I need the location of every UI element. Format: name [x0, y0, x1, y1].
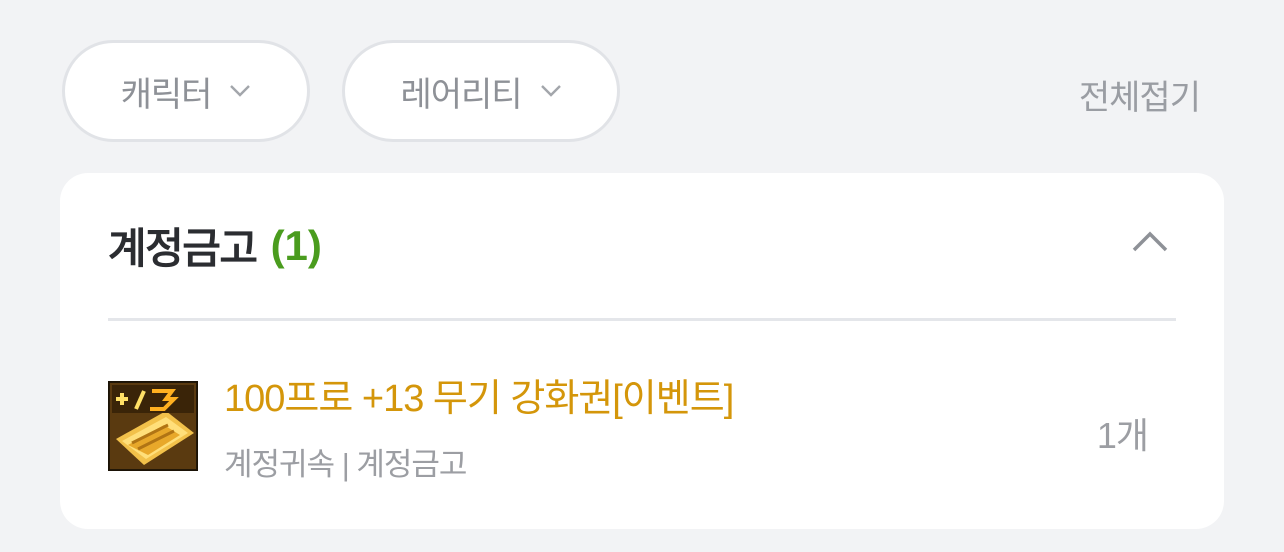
enhancement-scroll-icon	[108, 381, 198, 471]
section-header[interactable]: 계정금고 (1)	[108, 173, 1176, 321]
chevron-up-icon[interactable]	[1132, 229, 1168, 253]
account-storage-section: 계정금고 (1) 100프로 +13 무기 강화권[이벤트] 계정귀속 | 계정…	[60, 173, 1224, 529]
collapse-all-button[interactable]: 전체접기	[1079, 70, 1201, 119]
list-item[interactable]: 100프로 +13 무기 강화권[이벤트] 계정귀속 | 계정금고 1개	[108, 369, 1176, 482]
section-count: (1)	[270, 221, 322, 269]
item-name-link[interactable]: 100프로 +13 무기 강화권[이벤트]	[224, 375, 734, 423]
item-meta: 계정귀속 | 계정금고	[224, 447, 467, 482]
chevron-down-icon	[540, 84, 562, 98]
item-quantity: 1개	[1096, 415, 1149, 456]
character-filter-label: 캐릭터	[120, 75, 213, 114]
rarity-filter-label: 레어리티	[400, 75, 522, 114]
character-filter-button[interactable]: 캐릭터	[62, 40, 310, 142]
rarity-filter-button[interactable]: 레어리티	[342, 40, 620, 142]
chevron-down-icon	[229, 84, 251, 98]
section-title: 계정금고	[108, 225, 258, 272]
